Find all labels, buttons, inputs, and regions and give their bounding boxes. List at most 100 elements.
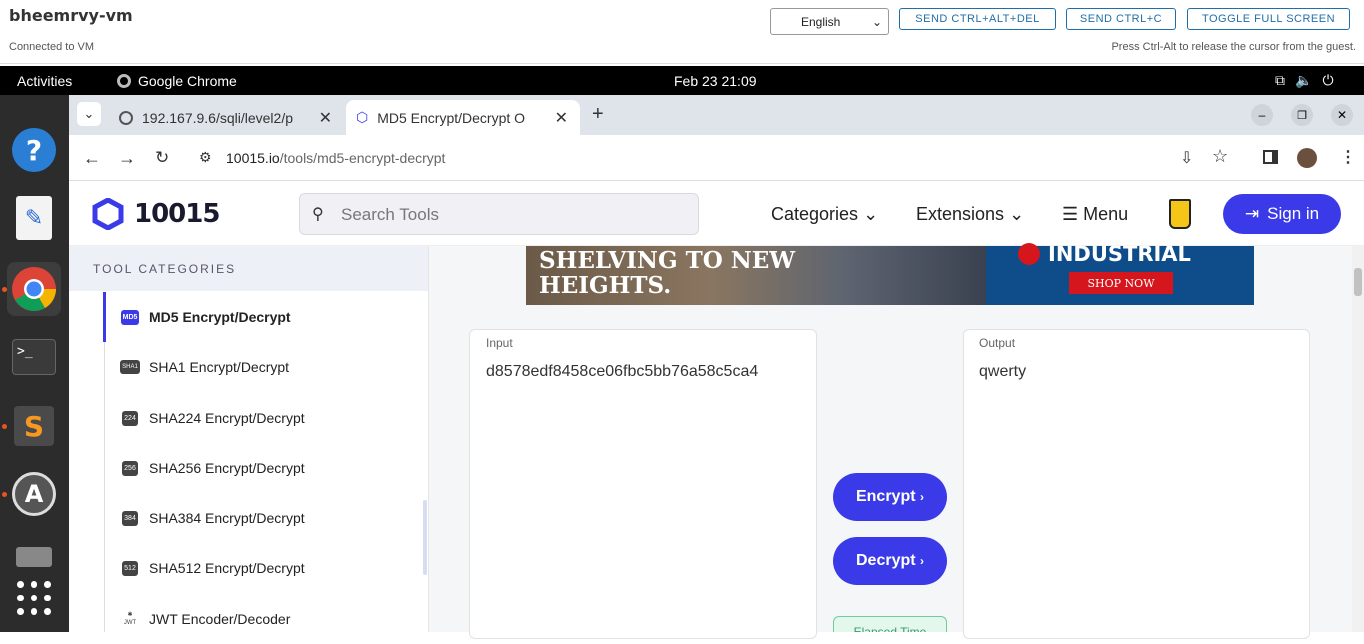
sidebar-item-label: SHA256 Encrypt/Decrypt [149,460,305,476]
decrypt-button[interactable]: Decrypt › [833,537,947,585]
close-tab-icon[interactable]: ✕ [319,108,332,128]
sidebar-item-md5[interactable]: MD5 MD5 Encrypt/Decrypt [105,292,415,342]
encrypt-button[interactable]: Encrypt › [833,473,947,521]
url: 10015.io/tools/md5-encrypt-decrypt [226,150,446,166]
search-icon: ⚲ [312,206,324,223]
elapsed-time-badge: Elapsed Time [833,616,947,632]
back-icon[interactable]: ← [83,148,101,169]
sign-in-button[interactable]: ⇥ Sign in [1223,194,1341,234]
sidebar-item-sha224[interactable]: 224 SHA224 Encrypt/Decrypt [105,393,415,443]
language-value: English [801,14,841,29]
tab-title: 192.167.9.6/sqli/level2/p [142,109,293,126]
volume-icon: 🔈 [1295,72,1323,88]
site-info-icon[interactable]: ⚙ [199,149,212,166]
input-label: Input [486,336,513,350]
help-icon: ? [12,128,56,172]
ad-brand: INDUSTRIAL [1048,242,1191,266]
chevron-down-icon: ⌄ [863,204,879,224]
network-icon: ⧉ [1275,72,1295,88]
new-tab-icon[interactable]: + [592,103,604,126]
side-panel-icon[interactable] [1263,150,1278,164]
close-tab-icon[interactable]: ✕ [555,108,568,128]
coffee-cup-icon[interactable] [1169,199,1191,229]
install-app-icon[interactable]: ⇩ [1180,148,1193,168]
lock-icon: 224 [122,410,138,426]
tab-sqli[interactable]: 192.167.9.6/sqli/level2/p ✕ [112,100,344,135]
files-app[interactable] [7,530,61,584]
software-icon: A [12,472,56,516]
ad-headline: SHELVING TO NEW HEIGHTS. [539,247,796,299]
sidebar-item-label: JWT Encoder/Decoder [149,611,291,627]
sidebar-item-sha1[interactable]: SHA1 SHA1 Encrypt/Decrypt [105,342,415,392]
close-window-icon[interactable]: ✕ [1331,104,1353,126]
output-textarea[interactable]: qwerty [979,363,1026,381]
nav-categories[interactable]: Categories ⌄ [771,204,878,225]
chrome-app[interactable] [7,262,61,316]
sublime-app[interactable]: S [7,399,61,453]
login-icon: ⇥ [1244,204,1260,223]
input-textarea[interactable]: d8578edf8458ce06fbc5bb76a58c5ca4 [486,363,758,381]
sidebar-item-sha512[interactable]: 512 SHA512 Encrypt/Decrypt [105,543,415,593]
vm-name: bheemrvy-vm [9,6,133,25]
terminal-app[interactable]: >_ [7,330,61,384]
nav-extensions[interactable]: Extensions ⌄ [916,204,1024,225]
chrome-app-icon [117,74,131,88]
send-ctrl-alt-del-button[interactable]: SEND CTRL+ALT+DEL [899,8,1056,30]
sidebar-item-sha256[interactable]: 256 SHA256 Encrypt/Decrypt [105,443,415,493]
vm-status: Connected to VM [9,41,94,53]
globe-icon [119,110,133,125]
app-grid-icon[interactable] [17,581,51,615]
software-app[interactable]: A [7,467,61,521]
lock-icon: MD5 [120,309,140,325]
lock-icon: 256 [122,460,138,476]
logo-icon[interactable] [92,197,124,235]
system-tray[interactable]: ⧉🔈⏻ [1275,72,1344,89]
tab-md5[interactable]: ⬡ MD5 Encrypt/Decrypt O ✕ [346,100,580,135]
lock-icon: 512 [122,560,138,576]
tab-search-chevron-icon[interactable]: ⌄ [77,102,101,126]
running-indicator [2,492,7,497]
tab-title: MD5 Encrypt/Decrypt O [377,109,526,126]
activities-button[interactable]: Activities [17,73,72,89]
bookmark-star-icon[interactable]: ☆ [1212,146,1228,167]
minimize-icon[interactable]: – [1251,104,1273,126]
logo-text[interactable]: 10015 [134,199,220,229]
drive-icon [16,547,52,567]
active-app-name[interactable]: Google Chrome [138,73,237,89]
send-ctrl-c-button[interactable]: SEND CTRL+C [1066,8,1176,30]
nav-menu[interactable]: ☰ Menu [1062,204,1128,225]
help-app[interactable]: ? [7,123,61,177]
sidebar-scrollbar[interactable] [423,500,427,575]
reload-icon[interactable]: ↻ [155,148,169,168]
language-select[interactable]: English ⌄ [770,8,889,35]
more-menu-icon[interactable]: ⋮ [1340,147,1356,167]
ad-shop-now-button[interactable]: SHOP NOW [1069,272,1173,294]
power-icon: ⏻ [1322,72,1344,88]
sidebar-title: TOOL CATEGORIES [93,262,237,276]
sublime-icon: S [14,406,54,446]
sidebar-item-label: SHA1 Encrypt/Decrypt [149,359,290,375]
text-editor-app[interactable]: ✎ [7,191,61,245]
clock[interactable]: Feb 23 21:09 [674,73,757,89]
sidebar-item-label: MD5 Encrypt/Decrypt [149,309,291,325]
release-hint: Press Ctrl-Alt to release the cursor fro… [1111,41,1356,53]
sidebar-item-label: SHA384 Encrypt/Decrypt [149,510,305,526]
running-indicator [2,424,7,429]
gear-icon: ✱ JWT [123,612,137,626]
lock-icon: 384 [122,510,138,526]
running-indicator [2,287,7,292]
profile-avatar[interactable] [1297,148,1317,168]
chevron-right-icon: › [920,554,925,568]
sidebar-item-jwt[interactable]: ✱ JWT JWT Encoder/Decoder [105,594,415,644]
page-scrollbar[interactable] [1352,246,1364,632]
chevron-down-icon: ⌄ [871,14,882,29]
sidebar-item-label: SHA512 Encrypt/Decrypt [149,560,305,576]
text-editor-icon: ✎ [16,196,52,240]
forward-icon[interactable]: → [118,148,136,169]
toggle-full-screen-button[interactable]: TOGGLE FULL SCREEN [1187,8,1350,30]
restore-icon[interactable]: ❐ [1291,104,1313,126]
10015-favicon-icon: ⬡ [356,109,369,125]
hamburger-icon: ☰ [1062,204,1079,224]
sidebar-item-sha384[interactable]: 384 SHA384 Encrypt/Decrypt [105,493,415,543]
terminal-icon: >_ [12,339,56,375]
